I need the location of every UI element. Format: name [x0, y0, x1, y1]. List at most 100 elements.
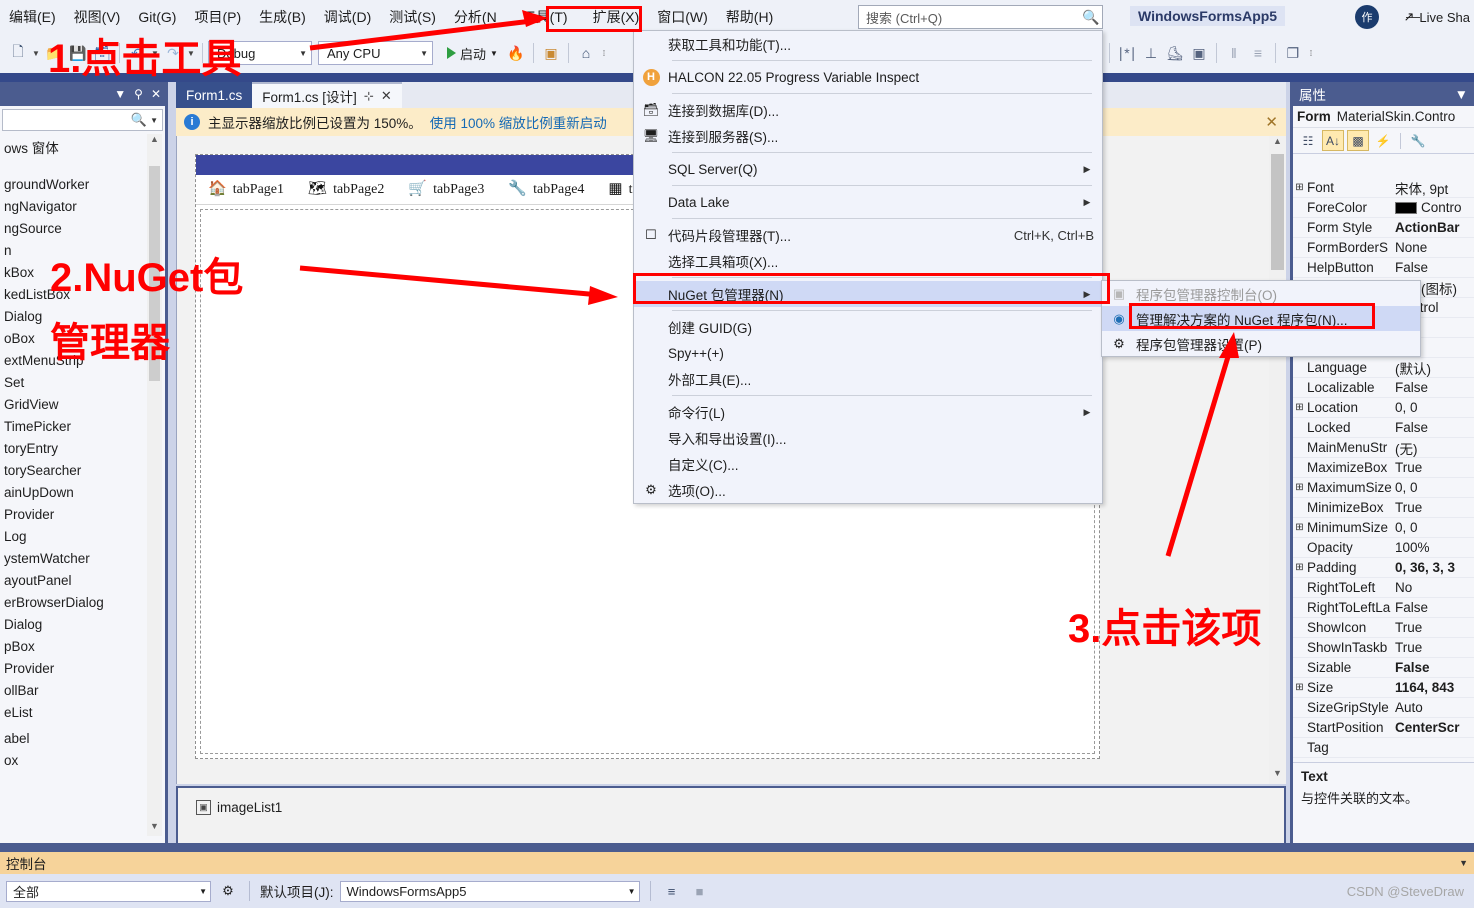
property-row-font[interactable]: ⊞ Font 宋体, 9pt [1293, 178, 1474, 198]
property-row-showicon[interactable]: ShowIcon True [1293, 618, 1474, 638]
designer-overflow-icon[interactable]: ⁞ [1305, 49, 1317, 58]
clear-console-icon[interactable]: ≡ [661, 881, 683, 902]
tab-form1-cs[interactable]: Form1.cs [176, 82, 253, 108]
property-value[interactable]: None [1392, 240, 1474, 255]
search-input[interactable]: 搜索 (Ctrl+Q) 🔍 [858, 5, 1103, 29]
close-icon[interactable]: ✕ [1265, 113, 1278, 131]
avatar[interactable]: 作 [1355, 5, 1379, 29]
form-tab-page1[interactable]: 🏠 tabPage1 [196, 182, 296, 198]
menu-create-guid[interactable]: 创建 GUID(G) [634, 314, 1102, 340]
align-middle-icon[interactable]: ⊥ [1139, 41, 1163, 65]
toolbox-item[interactable]: ollBar [0, 680, 147, 702]
toolbox-item[interactable]: eList [0, 702, 147, 724]
horizontal-spacing-icon[interactable]: ‖ [1222, 41, 1246, 65]
toolbox-item[interactable]: Provider [0, 504, 147, 526]
propertypages-icon[interactable]: 🔧 [1407, 130, 1429, 151]
search-icon[interactable]: 🔍 [1082, 9, 1099, 26]
menu-data-lake[interactable]: Data Lake ▶ [634, 189, 1102, 215]
property-value[interactable]: (无) [1392, 438, 1474, 458]
new-project-chevron-icon[interactable]: ▼ [30, 49, 42, 58]
property-row-minimumsize[interactable]: ⊞ MinimumSize 0, 0 [1293, 518, 1474, 538]
properties-icon[interactable]: ▩ [1347, 130, 1369, 151]
categorized-icon[interactable]: ☷ [1297, 130, 1319, 151]
align-centers-icon[interactable]: ∣*∣ [1115, 41, 1139, 65]
menu-item-build[interactable]: 生成(B) [250, 4, 315, 30]
property-row-language[interactable]: Language (默认) [1293, 358, 1474, 378]
new-project-icon[interactable]: 🗋 [6, 41, 30, 65]
toolbar-overflow-icon[interactable]: ⁞ [598, 49, 610, 58]
menu-connect-to-database[interactable]: 🗃 连接到数据库(D)... [634, 97, 1102, 123]
pin-icon[interactable]: ⊹ [364, 89, 374, 103]
menu-spy-plus-plus[interactable]: Spy++(+) [634, 340, 1102, 366]
toolbox-item[interactable]: Dialog [0, 614, 147, 636]
hot-reload-icon[interactable]: 🔥 [504, 41, 528, 65]
bring-to-front-icon[interactable]: ❐ [1281, 41, 1305, 65]
menu-external-tools[interactable]: 外部工具(E)... [634, 366, 1102, 392]
package-manager-console-header[interactable]: 控制台 ▼ [0, 852, 1474, 874]
property-value[interactable]: CenterScr [1392, 720, 1474, 735]
menu-item-analyze[interactable]: 分析(N [445, 4, 506, 30]
property-value[interactable]: False [1392, 380, 1474, 395]
property-row-helpbutton[interactable]: HelpButton False [1293, 258, 1474, 278]
scroll-up-icon[interactable]: ▲ [1269, 136, 1286, 152]
toolbox-item[interactable]: torySearcher [0, 460, 147, 482]
close-icon[interactable]: ✕ [151, 87, 161, 101]
make-same-size-icon[interactable]: ⛸ [1163, 41, 1187, 65]
property-row-formborderstyle[interactable]: FormBorderS None [1293, 238, 1474, 258]
property-value[interactable]: False [1392, 660, 1474, 675]
toolbox-item[interactable]: ainUpDown [0, 482, 147, 504]
menu-item-window[interactable]: 窗口(W) [648, 4, 717, 30]
menu-connect-to-server[interactable]: 🖥 连接到服务器(S)... [634, 123, 1102, 149]
menu-command-line[interactable]: 命令行(L) ▶ [634, 399, 1102, 425]
property-value[interactable]: False [1392, 420, 1474, 435]
menu-options[interactable]: ⚙ 选项(O)... [634, 477, 1102, 503]
alphabetical-icon[interactable]: A↓ [1322, 130, 1344, 151]
property-row-padding[interactable]: ⊞ Padding 0, 36, 3, 3 [1293, 558, 1474, 578]
property-value[interactable]: ActionBar [1392, 220, 1474, 235]
chevron-down-icon[interactable]: ▼ [1459, 858, 1468, 868]
property-value[interactable]: False [1392, 260, 1474, 275]
component-tray-item-label[interactable]: imageList1 [217, 800, 282, 815]
chevron-down-icon[interactable]: ▼ [199, 887, 207, 896]
property-value[interactable]: (默认) [1392, 358, 1474, 378]
designer-vertical-scrollbar[interactable]: ▲ ▼ [1269, 136, 1286, 784]
property-value[interactable]: No [1392, 580, 1474, 595]
scroll-down-icon[interactable]: ▼ [147, 821, 162, 836]
property-row-sizable[interactable]: Sizable False [1293, 658, 1474, 678]
chevron-down-icon[interactable]: ▼ [1455, 87, 1468, 102]
property-value[interactable]: 0, 36, 3, 3 [1392, 560, 1474, 575]
scrollbar-thumb[interactable] [1271, 154, 1284, 270]
chevron-down-icon[interactable]: ▼ [114, 87, 126, 101]
scroll-down-icon[interactable]: ▼ [1269, 768, 1286, 784]
property-row-righttoleft[interactable]: RightToLeft No [1293, 578, 1474, 598]
tab-form1-designer[interactable]: Form1.cs [设计] ⊹ ✕ [252, 82, 402, 108]
property-value[interactable]: Auto [1392, 700, 1474, 715]
properties-grid[interactable]: ⊞ Font 宋体, 9pt ForeColor Contro Form Sty… [1293, 178, 1474, 762]
stop-icon[interactable]: ■ [689, 881, 711, 902]
expand-icon[interactable]: ⊞ [1293, 182, 1306, 193]
vertical-spacing-icon[interactable]: ≡ [1246, 41, 1270, 65]
property-row-formstyle[interactable]: Form Style ActionBar [1293, 218, 1474, 238]
toolbox-scrollbar[interactable]: ▲ ▼ [147, 134, 162, 836]
menu-item-test[interactable]: 测试(S) [380, 4, 445, 30]
form-tab-page3[interactable]: 🛒 tabPage3 [396, 182, 496, 198]
property-row-locked[interactable]: Locked False [1293, 418, 1474, 438]
expand-icon[interactable]: ⊞ [1293, 522, 1306, 533]
property-value[interactable]: True [1392, 640, 1474, 655]
property-value[interactable]: 0, 0 [1392, 520, 1474, 535]
restart-100-link[interactable]: 使用 100% 缩放比例重新启动 [430, 112, 607, 132]
property-row-tag[interactable]: Tag [1293, 738, 1474, 758]
toolbox-item[interactable]: GridView [0, 394, 147, 416]
toolbox-item[interactable]: Log [0, 526, 147, 548]
close-icon[interactable]: ✕ [381, 88, 392, 104]
property-value[interactable]: 1164, 843 [1392, 680, 1474, 695]
property-row-startposition[interactable]: StartPosition CenterScr [1293, 718, 1474, 738]
menu-choose-toolbox-items[interactable]: 选择工具箱项(X)... [634, 248, 1102, 274]
toolbox-item[interactable]: pBox [0, 636, 147, 658]
menu-customize[interactable]: 自定义(C)... [634, 451, 1102, 477]
menu-import-export-settings[interactable]: 导入和导出设置(I)... [634, 425, 1102, 451]
menu-item-debug[interactable]: 调试(D) [315, 4, 380, 30]
property-value[interactable]: True [1392, 620, 1474, 635]
property-row-minimizebox[interactable]: MinimizeBox True [1293, 498, 1474, 518]
form-tab-page4[interactable]: 🔧 tabPage4 [496, 182, 596, 198]
